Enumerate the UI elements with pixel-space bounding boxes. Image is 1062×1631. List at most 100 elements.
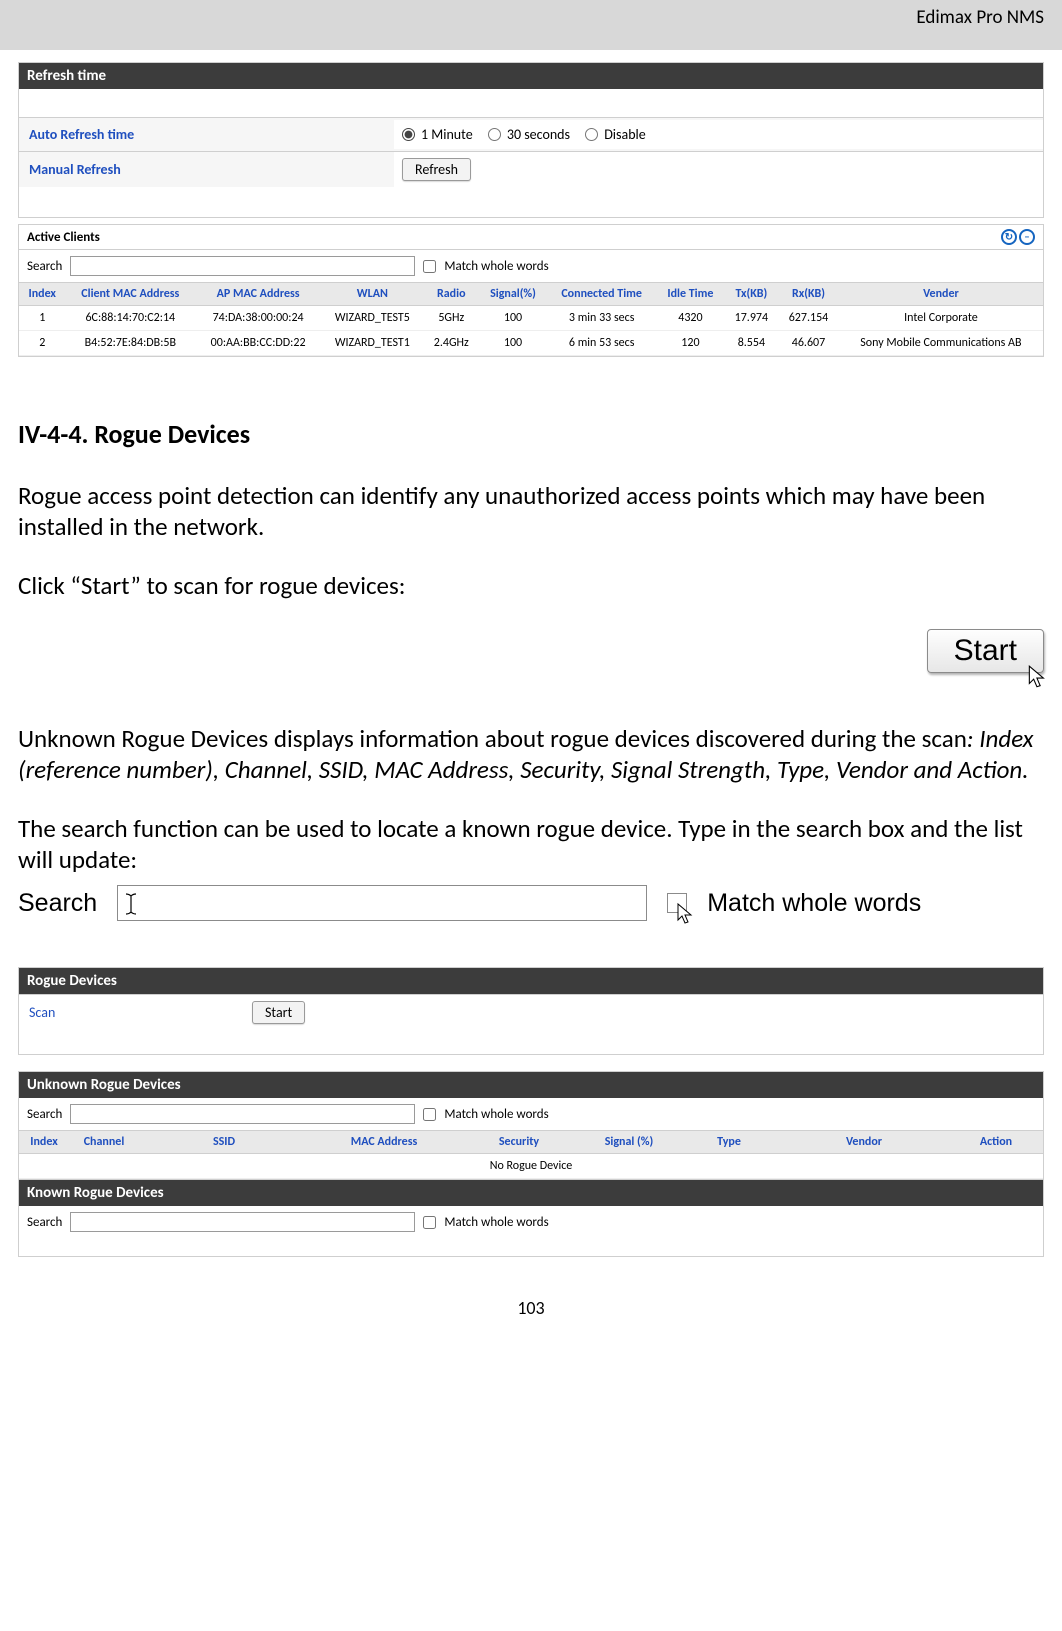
col-client-mac: Client MAC Address: [65, 283, 195, 306]
cell-client_mac: 6C:88:14:70:C2:14: [65, 306, 195, 331]
refresh-time-panel: Refresh time Auto Refresh time 1 Minute …: [18, 62, 1044, 218]
unknown-rogue-panel: Unknown Rogue Devices Search Match whole…: [18, 1071, 1044, 1180]
cell-idle: 4320: [656, 306, 724, 331]
known-search-input[interactable]: [70, 1212, 415, 1232]
radio-1-minute[interactable]: [402, 128, 415, 141]
col-ssid: SSID: [139, 1131, 309, 1154]
table-header-row: Index Channel SSID MAC Address Security …: [19, 1131, 1043, 1154]
cell-connected: 3 min 33 secs: [547, 306, 656, 331]
col-rx: Rx(KB): [778, 283, 839, 306]
cell-signal: 100: [479, 306, 547, 331]
refresh-button[interactable]: Refresh: [402, 158, 471, 181]
scan-label: Scan: [19, 996, 244, 1029]
start-button-illustration: Start: [18, 629, 1044, 673]
cell-wlan: WIZARD_TEST5: [321, 306, 424, 331]
product-name: Edimax Pro NMS: [916, 6, 1044, 29]
cell-radio: 5GHz: [424, 306, 479, 331]
cell-ap_mac: 74:DA:38:00:00:24: [195, 306, 321, 331]
rogue-devices-title: Rogue Devices: [19, 968, 1043, 994]
unknown-match-label: Match whole words: [444, 1107, 548, 1122]
unknown-rogue-title: Unknown Rogue Devices: [19, 1072, 1043, 1098]
active-clients-search-row: Search Match whole words: [19, 250, 1043, 282]
search-illustration: Search Match whole words: [18, 885, 1044, 921]
search-label: Search: [27, 1215, 62, 1230]
col-signal: Signal(%): [479, 283, 547, 306]
col-index: Index: [19, 283, 65, 306]
cell-rx: 627.154: [778, 306, 839, 331]
cell-idle: 120: [656, 331, 724, 356]
known-search-row: Search Match whole words: [19, 1206, 1043, 1238]
known-match-checkbox[interactable]: [423, 1216, 436, 1229]
active-clients-header: Active Clients ↻ −: [19, 225, 1043, 250]
refresh-time-title: Refresh time: [19, 63, 1043, 89]
radio-30-seconds-label: 30 seconds: [507, 126, 570, 143]
col-security: Security: [459, 1131, 579, 1154]
manual-refresh-label: Manual Refresh: [19, 153, 394, 186]
col-vendor: Vendor: [779, 1131, 949, 1154]
cell-wlan: WIZARD_TEST1: [321, 331, 424, 356]
col-mac: MAC Address: [309, 1131, 459, 1154]
paragraph-2: Click “Start” to scan for rogue devices:: [18, 570, 1044, 601]
cell-rx: 46.607: [778, 331, 839, 356]
col-action: Action: [949, 1131, 1043, 1154]
radio-disable-label: Disable: [604, 126, 646, 143]
cell-index: 2: [19, 331, 65, 356]
cell-radio: 2.4GHz: [424, 331, 479, 356]
paragraph-3: Unknown Rogue Devices displays informati…: [18, 723, 1044, 785]
known-match-label: Match whole words: [444, 1215, 548, 1230]
document-body: IV-4-4. Rogue Devices Rogue access point…: [18, 357, 1044, 1257]
match-whole-words-checkbox[interactable]: [423, 260, 436, 273]
paragraph-3a: Unknown Rogue Devices displays informati…: [18, 723, 967, 754]
page-number: 103: [0, 1257, 1062, 1339]
radio-30-seconds[interactable]: [488, 128, 501, 141]
search-label: Search: [27, 1107, 62, 1122]
match-whole-words-label: Match whole words: [444, 259, 548, 274]
unknown-search-input[interactable]: [70, 1104, 415, 1124]
manual-refresh-row: Manual Refresh Refresh: [19, 151, 1043, 187]
search-illus-label: Search: [18, 889, 97, 918]
cell-tx: 8.554: [725, 331, 779, 356]
cell-vendor: Sony Mobile Communications AB: [839, 331, 1043, 356]
rogue-devices-panel: Rogue Devices Scan Start: [18, 967, 1044, 1055]
radio-disable[interactable]: [585, 128, 598, 141]
col-index: Index: [19, 1131, 69, 1154]
cursor-icon: [676, 902, 696, 926]
unknown-search-row: Search Match whole words: [19, 1098, 1043, 1130]
collapse-icon[interactable]: −: [1019, 229, 1035, 245]
unknown-rogue-table: Index Channel SSID MAC Address Security …: [19, 1130, 1043, 1179]
radio-1-minute-label: 1 Minute: [421, 126, 473, 143]
active-clients-table: Index Client MAC Address AP MAC Address …: [19, 282, 1043, 356]
refresh-icon[interactable]: ↻: [1001, 229, 1017, 245]
cell-signal: 100: [479, 331, 547, 356]
col-ap-mac: AP MAC Address: [195, 283, 321, 306]
table-row: 16C:88:14:70:C2:1474:DA:38:00:00:24WIZAR…: [19, 306, 1043, 331]
known-rogue-title: Known Rogue Devices: [19, 1180, 1043, 1206]
ibeam-cursor-icon: [124, 892, 138, 916]
active-clients-search-input[interactable]: [70, 256, 415, 276]
col-channel: Channel: [69, 1131, 139, 1154]
table-header-row: Index Client MAC Address AP MAC Address …: [19, 283, 1043, 306]
cell-tx: 17.974: [725, 306, 779, 331]
paragraph-1: Rogue access point detection can identif…: [18, 480, 1044, 542]
cell-client_mac: B4:52:7E:84:DB:5B: [65, 331, 195, 356]
cell-ap_mac: 00:AA:BB:CC:DD:22: [195, 331, 321, 356]
col-idle: Idle Time: [656, 283, 724, 306]
active-clients-panel: Active Clients ↻ − Search Match whole wo…: [18, 224, 1044, 357]
col-signal: Signal (%): [579, 1131, 679, 1154]
unknown-match-checkbox[interactable]: [423, 1108, 436, 1121]
no-rogue-text: No Rogue Device: [19, 1154, 1043, 1179]
scan-start-button[interactable]: Start: [252, 1001, 305, 1024]
col-vendor: Vender: [839, 283, 1043, 306]
auto-refresh-row: Auto Refresh time 1 Minute 30 seconds Di…: [19, 117, 1043, 151]
start-button-large[interactable]: Start: [927, 629, 1044, 673]
search-illus-match-label: Match whole words: [707, 889, 921, 918]
cell-vendor: Intel Corporate: [839, 306, 1043, 331]
paragraph-4: The search function can be used to locat…: [18, 813, 1044, 875]
section-heading: IV-4-4. Rogue Devices: [18, 418, 1044, 450]
col-tx: Tx(KB): [725, 283, 779, 306]
active-clients-title: Active Clients: [27, 230, 100, 245]
rogue-panels-group: Rogue Devices Scan Start Unknown Rogue D…: [18, 967, 1044, 1257]
start-button-label: Start: [954, 634, 1017, 667]
auto-refresh-label: Auto Refresh time: [19, 118, 394, 151]
cell-connected: 6 min 53 secs: [547, 331, 656, 356]
